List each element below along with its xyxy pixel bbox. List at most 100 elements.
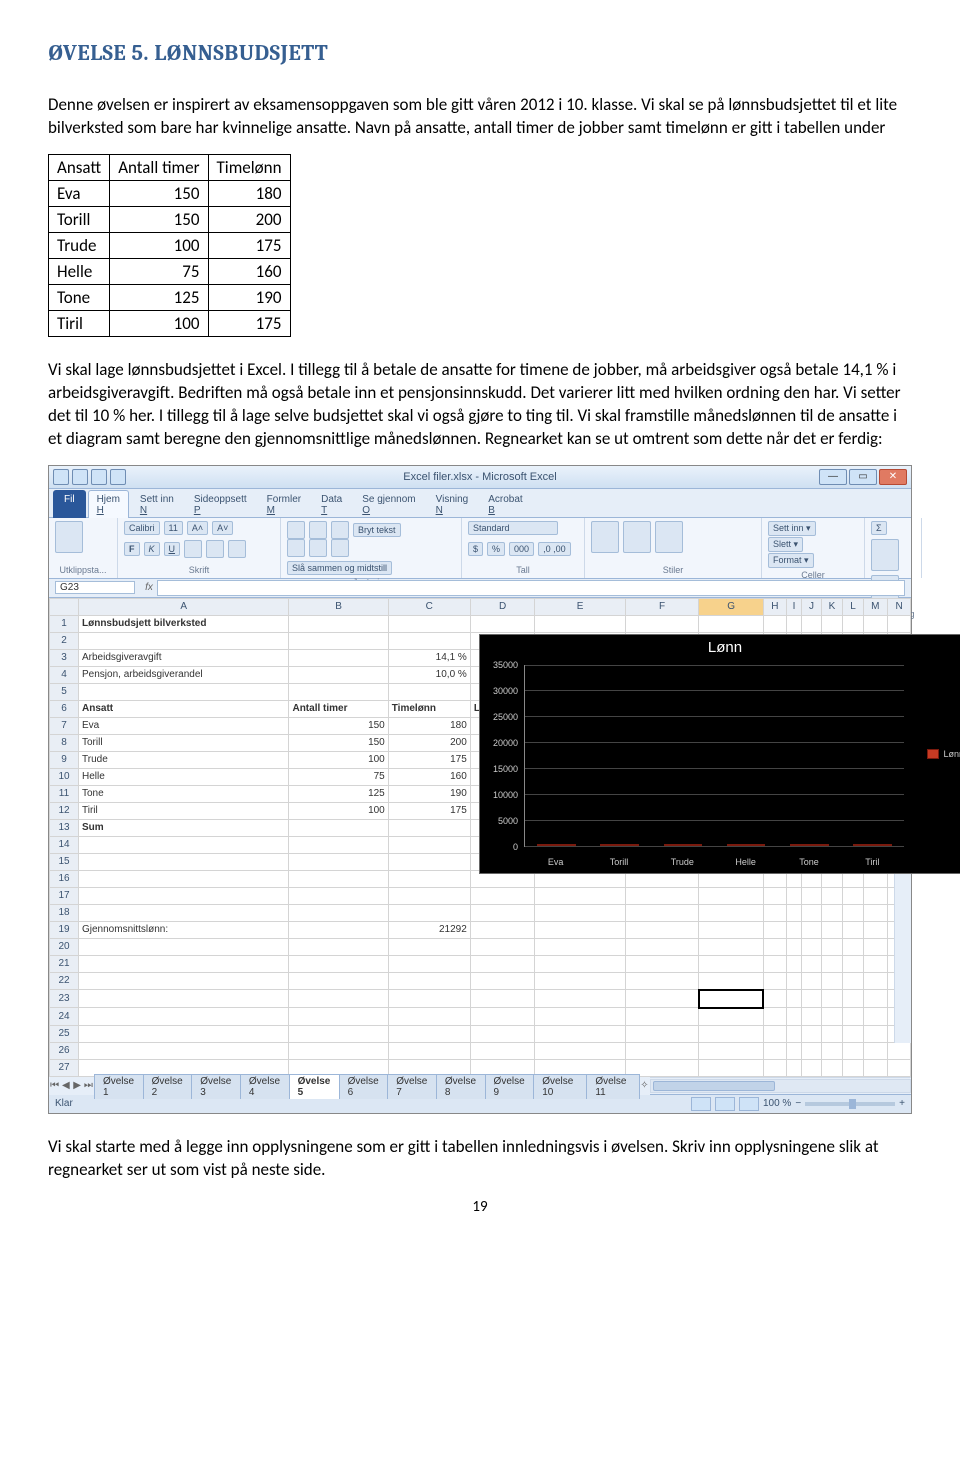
cell-J27[interactable] — [802, 1059, 821, 1076]
sheet-tab[interactable]: Øvelse 1 — [94, 1074, 144, 1099]
row-header-10[interactable]: 10 — [50, 768, 79, 785]
currency-icon[interactable]: $ — [468, 542, 483, 556]
cell-F21[interactable] — [625, 955, 698, 972]
col-header-N[interactable]: N — [888, 598, 911, 615]
row-header-19[interactable]: 19 — [50, 921, 79, 938]
cell-F23[interactable] — [625, 990, 698, 1008]
cell-M24[interactable] — [863, 1008, 888, 1026]
align-top-icon[interactable] — [287, 521, 305, 539]
sheet-tab[interactable]: Øvelse 10 — [533, 1074, 587, 1099]
font-name[interactable]: Calibri — [124, 521, 160, 535]
sheet-tab[interactable]: Øvelse 2 — [143, 1074, 193, 1099]
row-header-7[interactable]: 7 — [50, 717, 79, 734]
cell-B11[interactable]: 125 — [289, 785, 388, 802]
cell-H25[interactable] — [763, 1025, 786, 1042]
sheet-tab[interactable]: Øvelse 5 — [289, 1074, 340, 1099]
cell-I19[interactable] — [786, 921, 802, 938]
cell-G18[interactable] — [699, 904, 764, 921]
cell-C18[interactable] — [388, 904, 470, 921]
merge-center[interactable]: Slå sammen og midtstill — [287, 561, 392, 575]
cell-C14[interactable] — [388, 836, 470, 853]
col-header-C[interactable]: C — [388, 598, 470, 615]
cell-A18[interactable] — [79, 904, 289, 921]
cell-M22[interactable] — [863, 972, 888, 990]
cell-L17[interactable] — [843, 887, 863, 904]
cell-I17[interactable] — [786, 887, 802, 904]
zoom-out-icon[interactable]: − — [795, 1098, 801, 1109]
cell-K24[interactable] — [821, 1008, 843, 1026]
cell-H23[interactable] — [763, 990, 786, 1008]
cell-M23[interactable] — [863, 990, 888, 1008]
bar-helle[interactable] — [727, 844, 766, 846]
cell-E1[interactable] — [535, 615, 625, 632]
cell-C17[interactable] — [388, 887, 470, 904]
row-header-22[interactable]: 22 — [50, 972, 79, 990]
cell-D18[interactable] — [470, 904, 535, 921]
col-header-B[interactable]: B — [289, 598, 388, 615]
cell-B25[interactable] — [289, 1025, 388, 1042]
col-header-M[interactable]: M — [863, 598, 888, 615]
cell-C5[interactable] — [388, 683, 470, 700]
sheet-tab[interactable]: Øvelse 6 — [339, 1074, 389, 1099]
cell-M20[interactable] — [863, 938, 888, 955]
cell-C26[interactable] — [388, 1042, 470, 1059]
delete-cells[interactable]: Slett ▾ — [768, 537, 803, 552]
cell-B24[interactable] — [289, 1008, 388, 1026]
cell-K25[interactable] — [821, 1025, 843, 1042]
cell-B18[interactable] — [289, 904, 388, 921]
cell-C11[interactable]: 190 — [388, 785, 470, 802]
cell-H18[interactable] — [763, 904, 786, 921]
tab-fil[interactable]: Fil — [53, 490, 86, 518]
row-header-9[interactable]: 9 — [50, 751, 79, 768]
row-header-17[interactable]: 17 — [50, 887, 79, 904]
cell-M18[interactable] — [863, 904, 888, 921]
cell-K18[interactable] — [821, 904, 843, 921]
cell-K23[interactable] — [821, 990, 843, 1008]
cell-J17[interactable] — [802, 887, 821, 904]
col-header-J[interactable]: J — [802, 598, 821, 615]
cell-A20[interactable] — [79, 938, 289, 955]
cell-C12[interactable]: 175 — [388, 802, 470, 819]
cell-J25[interactable] — [802, 1025, 821, 1042]
cell-B4[interactable] — [289, 666, 388, 683]
cell-H27[interactable] — [763, 1059, 786, 1076]
cell-H19[interactable] — [763, 921, 786, 938]
cell-L19[interactable] — [843, 921, 863, 938]
cell-L23[interactable] — [843, 990, 863, 1008]
undo-icon[interactable] — [91, 469, 107, 485]
cell-A3[interactable]: Arbeidsgiveravgift — [79, 649, 289, 666]
cell-D20[interactable] — [470, 938, 535, 955]
cell-B8[interactable]: 150 — [289, 734, 388, 751]
cell-H26[interactable] — [763, 1042, 786, 1059]
col-header-K[interactable]: K — [821, 598, 843, 615]
tab-acrobat[interactable]: AcrobatB — [479, 490, 531, 518]
font-shrink-icon[interactable]: A˅ — [212, 521, 233, 535]
cell-I23[interactable] — [786, 990, 802, 1008]
cell-G22[interactable] — [699, 972, 764, 990]
cell-A2[interactable] — [79, 632, 289, 649]
cell-H17[interactable] — [763, 887, 786, 904]
cell-E24[interactable] — [535, 1008, 625, 1026]
italic-button[interactable]: K — [144, 542, 160, 556]
cell-C7[interactable]: 180 — [388, 717, 470, 734]
sheet-tab[interactable]: Øvelse 11 — [586, 1074, 640, 1099]
bar-tiril[interactable] — [853, 844, 892, 846]
cell-D17[interactable] — [470, 887, 535, 904]
cell-A16[interactable] — [79, 870, 289, 887]
cell-J21[interactable] — [802, 955, 821, 972]
cell-E26[interactable] — [535, 1042, 625, 1059]
cell-B10[interactable]: 75 — [289, 768, 388, 785]
cell-M27[interactable] — [863, 1059, 888, 1076]
cell-A15[interactable] — [79, 853, 289, 870]
cell-G17[interactable] — [699, 887, 764, 904]
cell-E21[interactable] — [535, 955, 625, 972]
cell-C22[interactable] — [388, 972, 470, 990]
select-all-cell[interactable] — [50, 598, 79, 615]
row-header-6[interactable]: 6 — [50, 700, 79, 717]
cell-D21[interactable] — [470, 955, 535, 972]
cell-L27[interactable] — [843, 1059, 863, 1076]
cell-J22[interactable] — [802, 972, 821, 990]
cell-B3[interactable] — [289, 649, 388, 666]
cell-I18[interactable] — [786, 904, 802, 921]
sheet-tab[interactable]: Øvelse 8 — [436, 1074, 486, 1099]
